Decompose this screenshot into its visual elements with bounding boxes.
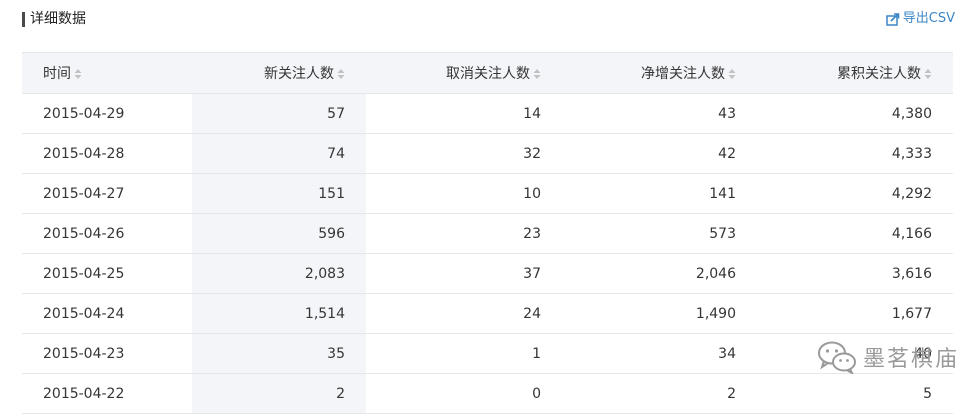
- new-followers-cell: 57: [192, 93, 366, 134]
- column-header-new-followers[interactable]: 新关注人数: [192, 52, 366, 94]
- net-growth-cell: 2: [562, 373, 757, 414]
- section-header: 详细数据 导出CSV: [22, 0, 957, 40]
- date-cell: 2015-04-26: [22, 213, 192, 254]
- cumulative-cell: 4,380: [757, 93, 953, 134]
- export-csv-label: 导出CSV: [902, 11, 955, 26]
- table-row: 2015-04-24 1,514 24 1,490 1,677: [22, 293, 953, 334]
- date-cell: 2015-04-28: [22, 133, 192, 174]
- date-cell: 2015-04-24: [22, 293, 192, 334]
- net-growth-cell: 141: [562, 173, 757, 214]
- table-row: 2015-04-23 35 1 34 40: [22, 333, 953, 374]
- unfollows-cell: 37: [366, 253, 562, 294]
- unfollows-cell: 0: [366, 373, 562, 414]
- unfollows-cell: 14: [366, 93, 562, 134]
- unfollows-cell: 24: [366, 293, 562, 334]
- net-growth-cell: 42: [562, 133, 757, 174]
- date-cell: 2015-04-25: [22, 253, 192, 294]
- column-header-cumulative[interactable]: 累积关注人数: [757, 52, 953, 94]
- net-growth-cell: 43: [562, 93, 757, 134]
- new-followers-cell: 2: [192, 373, 366, 414]
- cumulative-cell: 3,616: [757, 253, 953, 294]
- new-followers-cell: 151: [192, 173, 366, 214]
- unfollows-cell: 10: [366, 173, 562, 214]
- new-followers-cell: 74: [192, 133, 366, 174]
- sort-icon: [728, 69, 736, 79]
- cumulative-cell: 1,677: [757, 293, 953, 334]
- unfollows-cell: 32: [366, 133, 562, 174]
- column-header-net-growth[interactable]: 净增关注人数: [562, 52, 757, 94]
- watermark: 墨茗棋庙: [817, 340, 959, 374]
- new-followers-cell: 1,514: [192, 293, 366, 334]
- watermark-text: 墨茗棋庙: [862, 347, 959, 372]
- wechat-icon: [817, 341, 856, 374]
- cumulative-cell: 4,166: [757, 213, 953, 254]
- date-cell: 2015-04-22: [22, 373, 192, 414]
- export-csv-link[interactable]: 导出CSV: [886, 9, 955, 29]
- table-header: 时间 新关注人数 取消关注人数 净增关注人数 累积关注人数: [22, 52, 953, 94]
- new-followers-cell: 35: [192, 333, 366, 374]
- export-icon: [886, 12, 900, 26]
- cumulative-cell: 5: [757, 373, 953, 414]
- date-cell: 2015-04-29: [22, 93, 192, 134]
- sort-icon: [533, 69, 541, 79]
- net-growth-cell: 34: [562, 333, 757, 374]
- section-title: 详细数据: [30, 11, 86, 27]
- detail-data-table: 时间 新关注人数 取消关注人数 净增关注人数 累积关注人数 2015-04-29…: [22, 52, 953, 414]
- new-followers-cell: 2,083: [192, 253, 366, 294]
- table-row: 2015-04-25 2,083 37 2,046 3,616: [22, 253, 953, 294]
- sort-icon: [924, 69, 932, 79]
- table-body: 2015-04-29 57 14 43 4,380 2015-04-28 74 …: [22, 93, 953, 414]
- table-row: 2015-04-28 74 32 42 4,333: [22, 133, 953, 174]
- table-row: 2015-04-29 57 14 43 4,380: [22, 93, 953, 134]
- title-accent-bar: [22, 12, 25, 27]
- column-header-date[interactable]: 时间: [22, 52, 192, 94]
- cumulative-cell: 4,292: [757, 173, 953, 214]
- unfollows-cell: 23: [366, 213, 562, 254]
- sort-icon: [337, 69, 345, 79]
- date-cell: 2015-04-27: [22, 173, 192, 214]
- net-growth-cell: 573: [562, 213, 757, 254]
- net-growth-cell: 2,046: [562, 253, 757, 294]
- column-header-unfollows[interactable]: 取消关注人数: [366, 52, 562, 94]
- unfollows-cell: 1: [366, 333, 562, 374]
- net-growth-cell: 1,490: [562, 293, 757, 334]
- new-followers-cell: 596: [192, 213, 366, 254]
- date-cell: 2015-04-23: [22, 333, 192, 374]
- cumulative-cell: 4,333: [757, 133, 953, 174]
- table-row: 2015-04-27 151 10 141 4,292: [22, 173, 953, 214]
- table-row: 2015-04-26 596 23 573 4,166: [22, 213, 953, 254]
- table-row: 2015-04-22 2 0 2 5: [22, 373, 953, 414]
- sort-icon: [74, 69, 82, 79]
